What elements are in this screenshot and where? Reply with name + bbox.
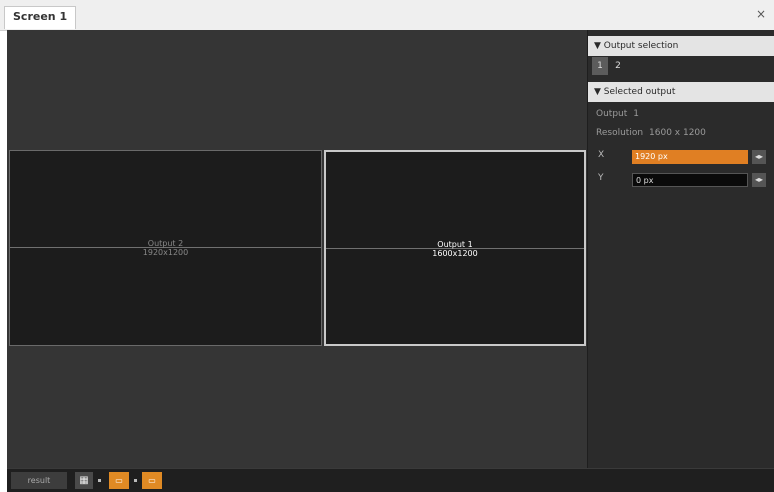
screen-editor: Output 2 1920x1200 Output 1 1600x1200 ▼ …: [7, 30, 774, 492]
output-canvas[interactable]: Output 2 1920x1200 Output 1 1600x1200: [7, 30, 587, 468]
output-select-button-1[interactable]: 1: [592, 57, 608, 75]
x-position-input[interactable]: 1920 px: [632, 150, 748, 164]
output-property-value: 1: [633, 109, 639, 119]
y-label: Y: [598, 173, 604, 183]
output-resolution: 1920x1200: [142, 248, 189, 257]
bottom-toolbar: result ▦ ▭ ▭: [7, 468, 774, 492]
output-selection-header[interactable]: ▼ Output selection: [588, 36, 774, 56]
close-icon[interactable]: ×: [756, 7, 766, 21]
zoom-fit-icon[interactable]: ▭: [109, 472, 129, 489]
screen-tab[interactable]: Screen 1: [4, 6, 77, 29]
output-name: Output 1: [437, 240, 473, 249]
separator-dot: [134, 479, 137, 482]
output-2-rect[interactable]: Output 2 1920x1200: [9, 150, 322, 346]
grid-icon[interactable]: ▦: [75, 472, 93, 489]
properties-panel: ▼ Output selection 1 2 ▼ Selected output…: [587, 30, 774, 468]
output-name: Output 2: [147, 239, 184, 248]
output-property-label: Output: [596, 109, 628, 119]
resolution-property: Resolution 1600 x 1200: [596, 128, 706, 138]
output-1-label: Output 1 1600x1200: [326, 240, 584, 258]
separator-dot: [98, 479, 101, 482]
window-titlebar: Screen 1 ×: [0, 0, 774, 31]
zoom-actual-icon[interactable]: ▭: [142, 472, 162, 489]
output-2-label: Output 2 1920x1200: [10, 239, 321, 257]
y-position-input[interactable]: 0 px: [632, 173, 748, 187]
x-label: X: [598, 150, 605, 160]
resolution-label: Resolution: [596, 128, 644, 138]
output-resolution: 1600x1200: [432, 249, 478, 258]
y-stepper-icon[interactable]: ◂▸: [752, 173, 766, 187]
selected-output-header[interactable]: ▼ Selected output: [588, 82, 774, 102]
output-1-rect[interactable]: Output 1 1600x1200: [324, 150, 586, 346]
output-select-button-2[interactable]: 2: [610, 57, 626, 75]
output-property: Output 1: [596, 109, 639, 119]
x-stepper-icon[interactable]: ◂▸: [752, 150, 766, 164]
result-button[interactable]: result: [11, 472, 67, 489]
resolution-value: 1600 x 1200: [649, 128, 706, 138]
